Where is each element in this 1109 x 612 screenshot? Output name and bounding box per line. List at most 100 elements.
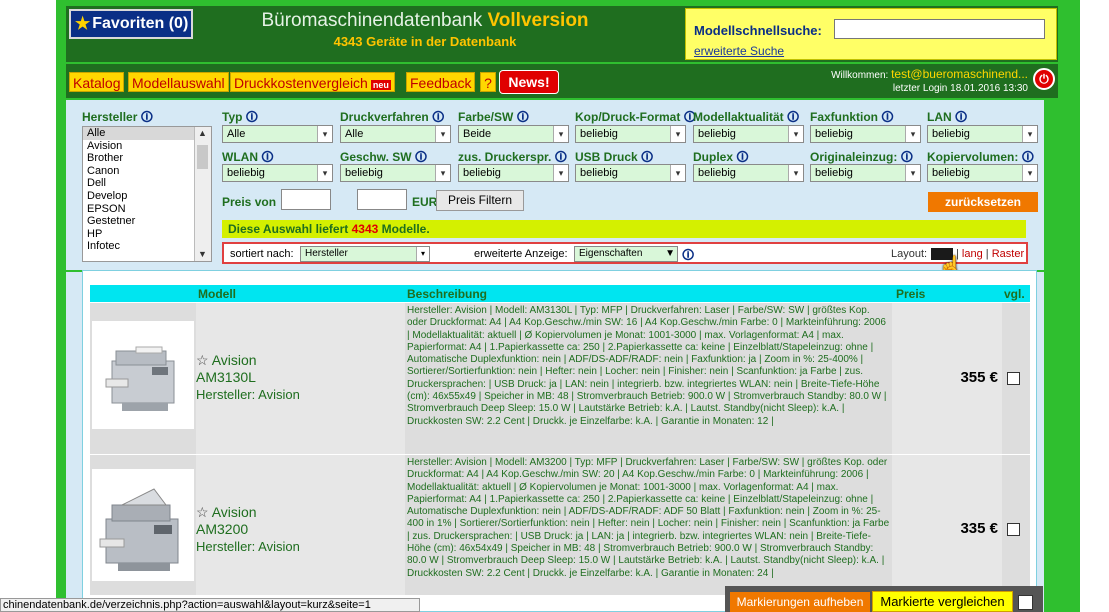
scrollbar-thumb[interactable] [197,145,208,169]
model-cell: ☆ Avision AM3200 Hersteller: Avision [196,455,405,595]
chevron-down-icon: ▾ [553,126,568,142]
druckverfahren-select[interactable]: Alle ▾ [340,125,451,143]
last-login: letzter Login 18.01.2016 13:30 [892,83,1028,94]
list-item[interactable]: Infotec [87,240,211,253]
chevron-down-icon: ▾ [553,165,568,181]
chevron-down-icon: ▾ [416,247,429,261]
chevron-down-icon: ▾ [1022,165,1037,181]
news-button[interactable]: News! [499,70,559,94]
modellaktualitaet-select[interactable]: beliebig ▾ [693,125,804,143]
list-item[interactable]: Brother [87,152,211,165]
nav-feedback[interactable]: Feedback [406,72,476,92]
nav-modellauswahl[interactable]: Modellauswahl [128,72,229,92]
compare-checkbox[interactable] [1007,372,1020,385]
listbox-scrollbar[interactable]: ▲ ▼ [194,127,211,261]
ext-display-select[interactable]: Eigenschaften ▼ [574,246,678,262]
chevron-up-icon[interactable]: ▲ [198,127,207,140]
duplex-select[interactable]: beliebig ▾ [693,164,804,182]
product-image-cell[interactable] [90,455,196,595]
price-filter-button[interactable]: Preis Filtern [436,190,524,211]
currency-label: EUR [412,195,438,209]
model-name[interactable]: ☆ Avision AM3200 [196,504,257,538]
help-button[interactable]: ? [480,72,496,92]
sort-bar: sortiert nach: Hersteller ▾ erweiterte An… [222,242,1028,264]
compare-marked-button[interactable]: Markierte vergleichen [872,591,1013,612]
list-item[interactable]: Alle [83,127,211,140]
sort-label: sortiert nach: [230,248,294,260]
price-from-input[interactable] [281,189,331,210]
description-cell: Hersteller: Avision | Modell: AM3200 | T… [405,455,892,595]
result-summary: Diese Auswahl liefert 4343 Modelle. [222,220,1026,238]
list-item[interactable]: EPSON [87,203,211,216]
col-header-beschreibung[interactable]: Beschreibung [407,287,487,301]
logout-power-icon[interactable]: ⏻ [1033,68,1055,90]
chevron-down-icon: ▾ [670,165,685,181]
model-name[interactable]: ☆ Avision AM3130L [196,352,257,386]
list-item[interactable]: Develop [87,190,211,203]
nav-katalog[interactable]: Katalog [69,72,125,92]
star-outline-icon[interactable]: ☆ [196,504,209,520]
info-icon[interactable]: 🛈 [141,110,153,124]
usb-select[interactable]: beliebig ▾ [575,164,686,182]
printer-image [99,488,179,571]
price-to-input[interactable] [357,189,407,210]
originaleinzug-select[interactable]: beliebig ▾ [810,164,921,182]
hersteller-listbox[interactable]: Alle Avision Brother Canon Dell Develop … [82,126,212,262]
star-icon: ★ [75,14,91,33]
chevron-down-icon: ▾ [670,126,685,142]
favorites-button[interactable]: ★ Favoriten (0) [69,9,193,39]
select-all-checkbox[interactable] [1018,595,1033,610]
table-row[interactable]: ☆ Avision AM3130L Hersteller: Avision Her… [90,303,1030,454]
wlan-select[interactable]: beliebig ▾ [222,164,333,182]
chevron-down-icon: ▾ [788,165,803,181]
list-item[interactable]: Canon [87,165,211,178]
format-select[interactable]: beliebig ▾ [575,125,686,143]
advanced-search-link[interactable]: erweiterte Suche [694,44,784,58]
faxfunktion-select[interactable]: beliebig ▾ [810,125,921,143]
list-item[interactable]: Dell [87,177,211,190]
price-cell: 355 € [892,303,1002,454]
status-bar-url: chinendatenbank.de/verzeichnis.php?actio… [0,598,420,612]
product-image[interactable] [92,469,194,581]
layout-lang-link[interactable]: lang [962,248,983,260]
typ-select[interactable]: Alle ▾ [222,125,333,143]
col-header-vgl: vgl. [1004,287,1025,301]
device-count: 4343 Geräte in der Datenbank [333,34,517,49]
layout-raster-link[interactable]: Raster [992,248,1024,260]
nav-druckkostenvergleich[interactable]: Druckkostenvergleich neu [230,72,395,92]
chevron-down-icon[interactable]: ▼ [198,248,207,261]
product-image[interactable] [92,321,194,429]
favorites-label: Favoriten (0) [92,15,189,32]
lan-select[interactable]: beliebig ▾ [927,125,1038,143]
col-header-preis[interactable]: Preis [896,287,925,301]
user-email[interactable]: test@bueromaschinend... [891,67,1028,81]
caret-down-icon: ▼ [665,248,675,259]
ext-display-label: erweiterte Anzeige: [474,248,568,260]
geschw-select[interactable]: beliebig ▾ [340,164,451,182]
compare-checkbox[interactable] [1007,523,1020,536]
new-badge: neu [370,80,391,90]
chevron-down-icon: ▾ [788,126,803,142]
list-item[interactable]: HP [87,228,211,241]
title-badge: Vollversion [487,10,589,31]
col-header-modell[interactable]: Modell [198,287,236,301]
kopiervolumen-select[interactable]: beliebig ▾ [927,164,1038,182]
clear-marks-button[interactable]: Markierungen aufheben [730,592,870,612]
user-info: Willkommen: test@bueromaschinend... letz… [780,68,1028,95]
list-item[interactable]: Avision [87,140,211,153]
list-item[interactable]: Gestetner [87,215,211,228]
chevron-down-icon: ▾ [435,165,450,181]
chevron-down-icon: ▾ [905,126,920,142]
quick-search-label: Modellschnellsuche: [694,23,822,38]
reset-button[interactable]: zurücksetzen [928,192,1038,212]
sort-select[interactable]: Hersteller ▾ [300,246,430,262]
price-value: 355 € [960,369,998,386]
druckerspr-select[interactable]: beliebig ▾ [458,164,569,182]
product-image-cell[interactable] [90,303,196,454]
result-count: 4343 [351,222,379,236]
quick-search-input[interactable] [834,19,1045,39]
star-outline-icon[interactable]: ☆ [196,352,209,368]
info-icon[interactable]: 🛈 [682,246,694,267]
table-row[interactable]: ☆ Avision AM3200 Hersteller: Avision Hers… [90,455,1030,595]
farbe-select[interactable]: Beide ▾ [458,125,569,143]
